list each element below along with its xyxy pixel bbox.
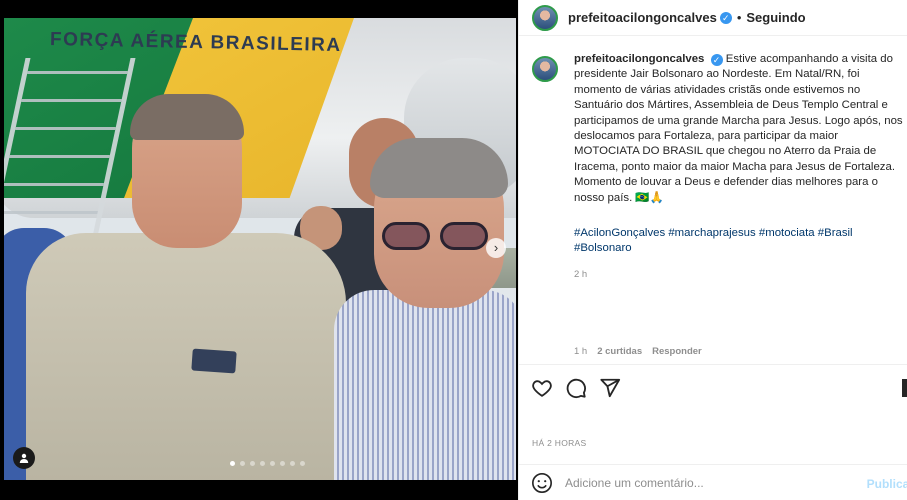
posted-time: HÁ 2 HORAS	[532, 438, 587, 448]
comment-bar: Publicar	[519, 464, 907, 500]
emoji-icon[interactable]	[531, 472, 553, 494]
photo-image: FORÇA AÉREA BRASILEIRA	[4, 18, 516, 480]
bookmark-icon[interactable]	[902, 379, 907, 397]
reply-button[interactable]: Responder	[652, 346, 702, 357]
person-right	[334, 290, 516, 480]
person-main	[26, 233, 346, 480]
likes-count[interactable]: 2 curtidas	[597, 346, 642, 357]
carousel-dot[interactable]	[290, 461, 295, 466]
username-link[interactable]: prefeitoacilongoncalves	[568, 10, 717, 25]
post-details-panel: prefeitoacilongoncalves ✓ • Seguindo pre…	[518, 0, 907, 500]
verified-badge-icon: ✓	[719, 11, 732, 24]
comment-input[interactable]	[565, 475, 855, 490]
caption-avatar[interactable]	[532, 56, 558, 82]
comment-icon[interactable]	[565, 377, 587, 399]
verified-badge-icon: ✓	[710, 54, 723, 66]
comment-meta: 1 h 2 curtidas Responder	[574, 346, 702, 357]
next-arrow-icon[interactable]: ›	[486, 238, 506, 258]
caption-body: Estive acompanhando a visita do presiden…	[574, 53, 903, 204]
tag-user-icon[interactable]	[13, 447, 35, 469]
carousel-dot[interactable]	[240, 461, 245, 466]
carousel-dots	[230, 461, 305, 466]
caption-time: 2 h	[574, 269, 588, 280]
avatar[interactable]	[532, 4, 558, 31]
carousel-dot[interactable]	[250, 461, 255, 466]
post-photo[interactable]: FORÇA AÉREA BRASILEIRA ›	[0, 0, 518, 500]
carousel-dot[interactable]	[300, 461, 305, 466]
carousel-dot[interactable]	[280, 461, 285, 466]
hashtags[interactable]: #AcilonGonçalves #marchaprajesus #motoci…	[574, 226, 894, 257]
glasses	[382, 222, 492, 252]
following-button[interactable]: Seguindo	[746, 10, 805, 25]
carousel-dot[interactable]	[230, 461, 235, 466]
post-header: prefeitoacilongoncalves ✓ • Seguindo	[519, 0, 907, 36]
carousel-dot[interactable]	[260, 461, 265, 466]
caption: prefeitoacilongoncalves ✓ Estive acompan…	[532, 52, 904, 206]
caption-username[interactable]: prefeitoacilongoncalves	[574, 53, 704, 65]
heart-icon[interactable]	[531, 377, 553, 399]
action-bar	[519, 364, 907, 410]
comment-time: 1 h	[574, 346, 588, 357]
carousel-dot[interactable]	[270, 461, 275, 466]
publish-button[interactable]: Publicar	[867, 477, 907, 491]
share-icon[interactable]	[599, 377, 621, 399]
